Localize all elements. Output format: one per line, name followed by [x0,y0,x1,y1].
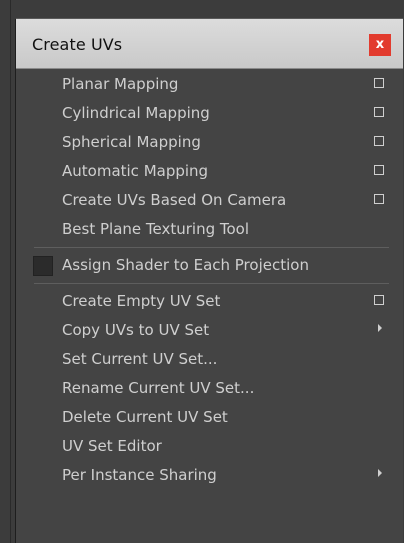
menu-item-create-uvs-based-on-camera[interactable]: Create UVs Based On Camera [16,186,403,215]
menu-item-best-plane-texturing-tool[interactable]: Best Plane Texturing Tool [16,215,403,244]
menu-item-copy-uvs-to-uv-set[interactable]: Copy UVs to UV Set [16,316,403,345]
option-box-icon[interactable] [374,295,384,305]
submenu-arrow-icon [378,469,382,477]
option-box-icon[interactable] [374,107,384,117]
menu-item-label: Copy UVs to UV Set [62,321,210,339]
menu-item-rename-current-uv-set[interactable]: Rename Current UV Set... [16,374,403,403]
menu-item-label: Create UVs Based On Camera [62,191,287,209]
menu-item-label: Planar Mapping [62,75,179,93]
option-box-icon[interactable] [374,78,384,88]
menu-title: Create UVs [32,35,123,54]
menu-item-create-empty-uv-set[interactable]: Create Empty UV Set [16,287,403,316]
menu-item-label: Best Plane Texturing Tool [62,220,250,238]
option-box-icon[interactable] [374,194,384,204]
checkbox-icon[interactable] [33,256,53,276]
option-box-icon[interactable] [374,136,384,146]
menu-item-label: Rename Current UV Set... [62,379,255,397]
create-uvs-menu: Create UVs x Planar Mapping Cylindrical … [15,18,403,543]
menu-item-label: UV Set Editor [62,437,162,455]
option-box-icon[interactable] [374,165,384,175]
menu-item-per-instance-sharing[interactable]: Per Instance Sharing [16,461,403,490]
menu-item-cylindrical-mapping[interactable]: Cylindrical Mapping [16,99,403,128]
menu-item-automatic-mapping[interactable]: Automatic Mapping [16,157,403,186]
menu-item-delete-current-uv-set[interactable]: Delete Current UV Set [16,403,403,432]
close-button[interactable]: x [369,34,391,56]
menu-item-spherical-mapping[interactable]: Spherical Mapping [16,128,403,157]
menu-separator [16,244,403,251]
menu-separator [16,280,403,287]
menu-item-label: Delete Current UV Set [62,408,228,426]
menu-item-label: Cylindrical Mapping [62,104,210,122]
menu-item-label: Assign Shader to Each Projection [62,256,309,274]
menu-item-assign-shader-to-each-projection[interactable]: Assign Shader to Each Projection [16,251,403,280]
menu-items: Planar Mapping Cylindrical Mapping Spher… [16,70,403,490]
backdrop-line [10,0,11,543]
menu-item-set-current-uv-set[interactable]: Set Current UV Set... [16,345,403,374]
menu-item-label: Per Instance Sharing [62,466,217,484]
submenu-arrow-icon [378,324,382,332]
menu-item-label: Spherical Mapping [62,133,201,151]
menu-item-label: Set Current UV Set... [62,350,218,368]
menu-item-label: Automatic Mapping [62,162,209,180]
menu-item-planar-mapping[interactable]: Planar Mapping [16,70,403,99]
menu-item-label: Create Empty UV Set [62,292,221,310]
menu-titlebar[interactable]: Create UVs x [16,19,403,69]
menu-item-uv-set-editor[interactable]: UV Set Editor [16,432,403,461]
